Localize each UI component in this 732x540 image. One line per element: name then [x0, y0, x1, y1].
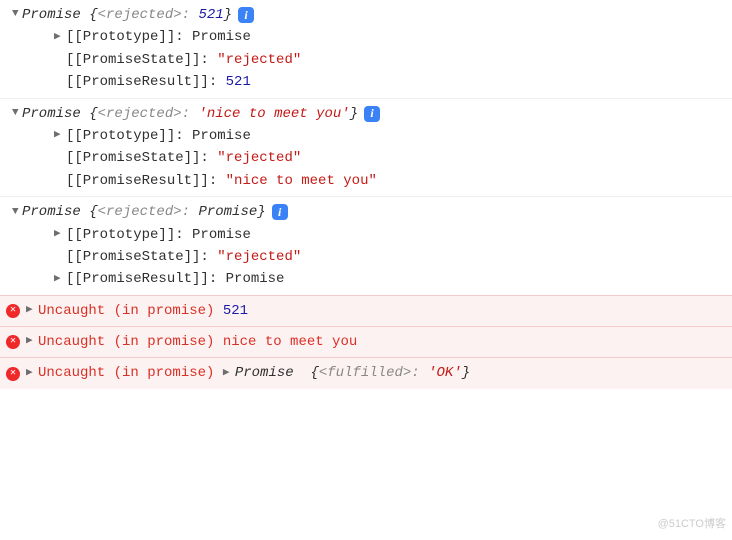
- close-brace: }: [462, 365, 470, 381]
- prototype-row: [[Prototype]]: Promise: [54, 224, 732, 246]
- promise-result-preview: 521: [198, 4, 223, 26]
- expand-toggle-icon[interactable]: [54, 29, 64, 47]
- info-icon[interactable]: i: [272, 204, 288, 220]
- promise-status-word: <fulfilled>: [319, 365, 411, 381]
- property-key: [[PromiseState]]:: [66, 147, 209, 169]
- error-value: 521: [223, 300, 248, 322]
- property-key: [[PromiseResult]]:: [66, 268, 217, 290]
- colon: :: [182, 201, 199, 223]
- property-value: "rejected": [217, 49, 301, 71]
- property-value: Promise: [192, 125, 251, 147]
- promise-status-word: <rejected>: [98, 103, 182, 125]
- error-prefix: Uncaught (in promise): [38, 331, 214, 353]
- promise-result-row: [[PromiseResult]]: "nice to meet you": [54, 170, 732, 192]
- spacer: [184, 26, 192, 48]
- object-class-label: Promise: [22, 103, 81, 125]
- spacer: [214, 362, 222, 384]
- property-key: [[PromiseState]]:: [66, 246, 209, 268]
- prototype-row: [[Prototype]]: Promise: [54, 125, 732, 147]
- expand-toggle-icon[interactable]: [12, 105, 22, 123]
- spacer: [217, 71, 225, 93]
- close-brace: }: [224, 4, 232, 26]
- object-preview-row: Promise { <rejected> : 521 } i: [12, 4, 732, 26]
- error-icon: ✕: [6, 304, 20, 318]
- info-icon[interactable]: i: [238, 7, 254, 23]
- promise-status-word: <rejected>: [98, 201, 182, 223]
- property-key: [[PromiseResult]]:: [66, 170, 217, 192]
- property-value: "nice to meet you": [226, 170, 377, 192]
- promise-state-row: [[PromiseState]]: "rejected": [54, 246, 732, 268]
- property-value: "rejected": [217, 246, 301, 268]
- promise-result-preview: 'nice to meet you': [198, 103, 349, 125]
- info-icon[interactable]: i: [364, 106, 380, 122]
- object-preview-row: Promise { <rejected> : Promise } i: [12, 201, 732, 223]
- promise-state-row: [[PromiseState]]: "rejected": [54, 147, 732, 169]
- promise-result-row: [[PromiseResult]]: 521: [54, 71, 732, 93]
- expand-toggle-icon[interactable]: [54, 226, 64, 244]
- expand-toggle-icon[interactable]: [54, 127, 64, 145]
- property-key: [[Prototype]]:: [66, 26, 184, 48]
- open-brace: {: [81, 4, 98, 26]
- spacer: [184, 224, 192, 246]
- promise-status-word: <rejected>: [98, 4, 182, 26]
- spacer: [209, 246, 217, 268]
- object-children: [[Prototype]]: Promise [[PromiseState]]:…: [54, 26, 732, 93]
- promise-result-preview: Promise: [198, 201, 257, 223]
- expand-toggle-icon[interactable]: [54, 271, 64, 289]
- console-log-entry: Promise { <rejected> : Promise } i [[Pro…: [0, 196, 732, 295]
- property-value: Promise: [192, 26, 251, 48]
- spacer: [209, 147, 217, 169]
- error-icon: ✕: [6, 367, 20, 381]
- spacer: [217, 268, 225, 290]
- open-brace: {: [81, 201, 98, 223]
- promise-result-preview: 'OK': [428, 365, 462, 381]
- spacer: [184, 125, 192, 147]
- prototype-row: [[Prototype]]: Promise: [54, 26, 732, 48]
- colon: :: [182, 103, 199, 125]
- object-class-label: Promise: [235, 365, 294, 381]
- expand-toggle-icon[interactable]: [26, 302, 36, 320]
- object-preview-row: Promise { <rejected> : 'nice to meet you…: [12, 103, 732, 125]
- expand-toggle-icon[interactable]: [12, 204, 22, 222]
- console-error-entry: ✕ Uncaught (in promise) 521: [0, 295, 732, 326]
- close-brace: }: [257, 201, 265, 223]
- object-class-label: Promise: [22, 4, 81, 26]
- console-error-entry: ✕ Uncaught (in promise) Promise {<fulfil…: [0, 357, 732, 388]
- error-icon: ✕: [6, 335, 20, 349]
- object-class-label: Promise: [22, 201, 81, 223]
- promise-result-row: [[PromiseResult]]: Promise: [54, 268, 732, 290]
- error-prefix: Uncaught (in promise): [38, 300, 214, 322]
- property-key: [[PromiseResult]]:: [66, 71, 217, 93]
- spacer: [214, 331, 222, 353]
- expand-toggle-icon[interactable]: [26, 365, 36, 383]
- colon: :: [411, 365, 428, 381]
- inline-promise-preview: Promise {<fulfilled>: 'OK'}: [235, 362, 470, 384]
- property-key: [[Prototype]]:: [66, 224, 184, 246]
- console-log-entry: Promise { <rejected> : 'nice to meet you…: [0, 98, 732, 197]
- console-log-entry: Promise { <rejected> : 521 } i [[Prototy…: [0, 0, 732, 98]
- open-brace: {: [302, 365, 319, 381]
- colon: :: [182, 4, 199, 26]
- property-value: "rejected": [217, 147, 301, 169]
- property-key: [[PromiseState]]:: [66, 49, 209, 71]
- spacer: [217, 170, 225, 192]
- expand-toggle-icon[interactable]: [12, 6, 22, 24]
- property-key: [[Prototype]]:: [66, 125, 184, 147]
- close-brace: }: [350, 103, 358, 125]
- property-value: Promise: [226, 268, 285, 290]
- object-children: [[Prototype]]: Promise [[PromiseState]]:…: [54, 224, 732, 291]
- expand-toggle-icon[interactable]: [223, 365, 233, 383]
- spacer: [209, 49, 217, 71]
- property-value: 521: [226, 71, 251, 93]
- error-value: nice to meet you: [223, 331, 357, 353]
- open-brace: {: [81, 103, 98, 125]
- property-value: Promise: [192, 224, 251, 246]
- watermark: @51CTO博客: [658, 516, 726, 534]
- console-error-entry: ✕ Uncaught (in promise) nice to meet you: [0, 326, 732, 357]
- expand-toggle-icon[interactable]: [26, 333, 36, 351]
- spacer: [214, 300, 222, 322]
- object-children: [[Prototype]]: Promise [[PromiseState]]:…: [54, 125, 732, 192]
- error-prefix: Uncaught (in promise): [38, 362, 214, 384]
- promise-state-row: [[PromiseState]]: "rejected": [54, 49, 732, 71]
